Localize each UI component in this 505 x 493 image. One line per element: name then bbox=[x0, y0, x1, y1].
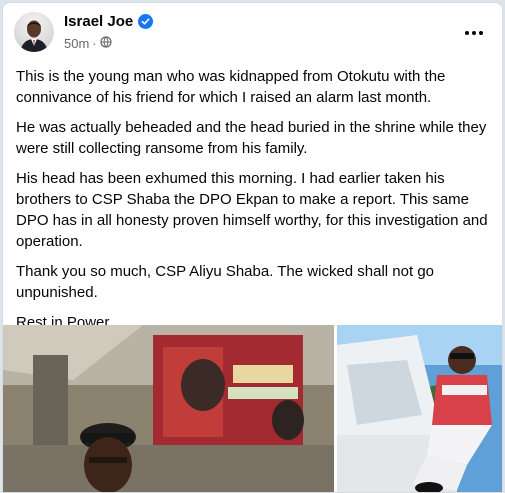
post-paragraph: His head has been exhumed this morning. … bbox=[16, 170, 488, 250]
author-line: Israel Joe bbox=[64, 13, 154, 30]
verified-badge-icon bbox=[138, 14, 154, 29]
post-paragraph: He was actually beheaded and the head bu… bbox=[16, 119, 487, 157]
meta-separator: · bbox=[92, 36, 97, 51]
post-timestamp[interactable]: 50m bbox=[64, 36, 89, 51]
globe-icon[interactable] bbox=[100, 36, 112, 51]
post-text: This is the young man who was kidnapped … bbox=[16, 66, 492, 342]
more-options-icon[interactable] bbox=[460, 21, 488, 45]
author-name[interactable]: Israel Joe bbox=[64, 13, 133, 30]
post-paragraph: Thank you so much, CSP Aliyu Shaba. The … bbox=[16, 263, 435, 301]
post-photo-2[interactable] bbox=[337, 325, 502, 492]
post-photos bbox=[3, 325, 502, 492]
post-paragraph: This is the young man who was kidnapped … bbox=[16, 68, 446, 106]
post-photo-1[interactable] bbox=[3, 325, 334, 492]
post-meta: 50m · bbox=[64, 36, 112, 51]
post-card: Israel Joe 50m · This is the young man w… bbox=[2, 2, 503, 493]
author-avatar[interactable] bbox=[14, 12, 54, 52]
post-header: Israel Joe 50m · bbox=[3, 3, 502, 65]
